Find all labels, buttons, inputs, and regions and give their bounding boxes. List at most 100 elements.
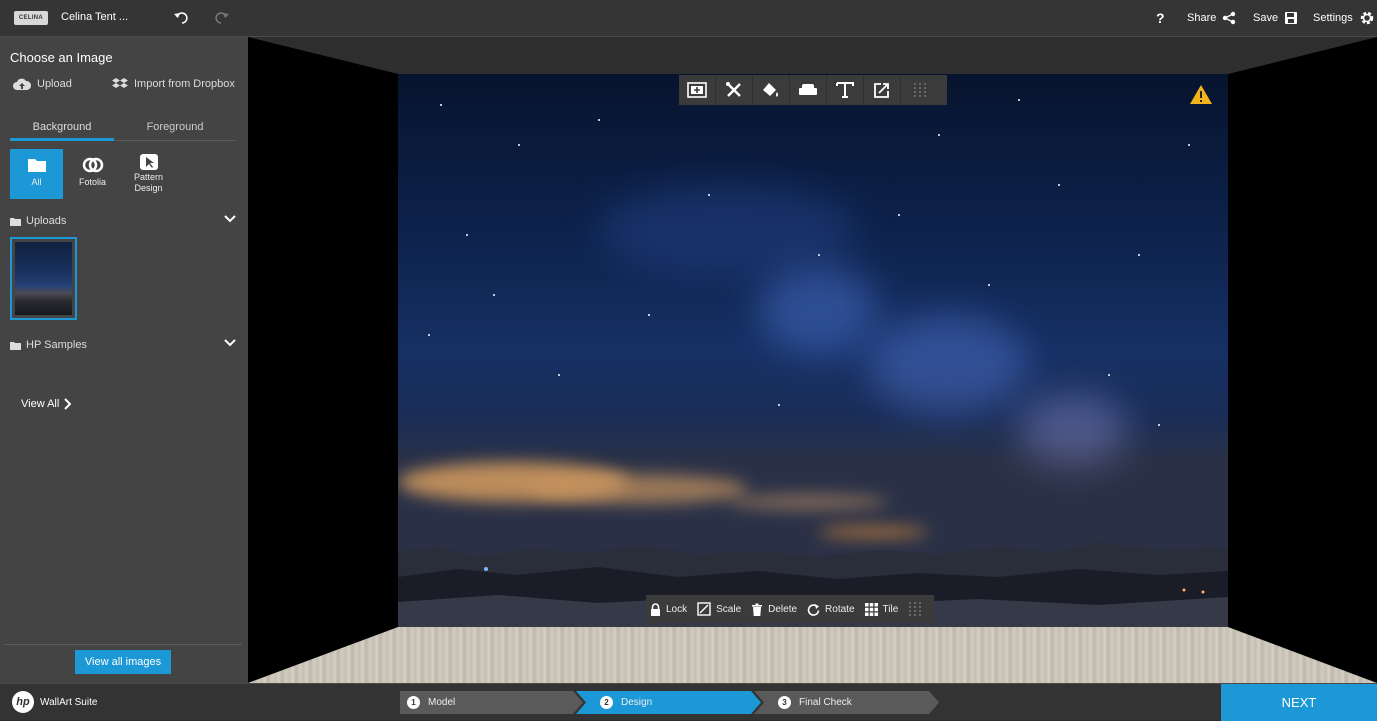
star <box>1108 374 1110 376</box>
step-number: 1 <box>407 696 420 709</box>
scale-icon <box>697 602 711 616</box>
rotate-label: Rotate <box>825 603 855 615</box>
category-label: Fotolia <box>78 177 106 187</box>
section-label: HP Samples <box>26 339 87 351</box>
star <box>1018 99 1020 101</box>
delete-button[interactable]: Delete <box>751 603 797 616</box>
milky-way-glow <box>868 314 1028 414</box>
folder-icon <box>27 159 46 172</box>
sidebar: Choose an Image Upload Import from Dropb… <box>0 37 248 683</box>
app-brand-name: WallArt Suite <box>40 697 98 708</box>
divider <box>4 644 242 645</box>
milky-way-glow <box>598 184 858 274</box>
text-icon[interactable] <box>827 75 864 105</box>
section-hp-samples[interactable]: HP Samples <box>10 336 236 354</box>
star <box>988 284 990 286</box>
settings-button[interactable]: Settings <box>1313 0 1375 36</box>
star <box>1158 424 1160 426</box>
pattern-icon <box>139 154 158 170</box>
star <box>493 294 495 296</box>
room-floor <box>248 627 1377 683</box>
lock-button[interactable]: Lock <box>650 602 688 616</box>
chevron-down-icon[interactable] <box>224 338 236 348</box>
step-number: 3 <box>778 696 791 709</box>
sidebar-title: Choose an Image <box>10 50 113 65</box>
design-canvas[interactable]: Lock Scale Delete Rotate Tile <box>248 37 1377 683</box>
scale-button[interactable]: Scale <box>697 602 741 616</box>
star <box>518 144 520 146</box>
undo-icon[interactable] <box>170 8 192 28</box>
tab-foreground[interactable]: Foreground <box>123 119 227 141</box>
tile-button[interactable]: Tile <box>864 602 898 616</box>
cloud-upload-icon <box>13 78 31 90</box>
star <box>1188 144 1190 146</box>
save-button[interactable]: Save <box>1253 0 1298 36</box>
help-icon: ? <box>1156 10 1165 26</box>
chevron-right-icon <box>64 398 72 410</box>
image-actions-toolbar: Lock Scale Delete Rotate Tile <box>646 595 934 623</box>
project-title[interactable]: Celina Tent ... <box>61 11 128 23</box>
save-label: Save <box>1253 12 1279 24</box>
milky-way-glow <box>1018 394 1128 464</box>
rotate-button[interactable]: Rotate <box>807 603 855 616</box>
star <box>818 254 820 256</box>
chevron-down-icon[interactable] <box>224 214 236 224</box>
folder-icon <box>10 341 21 350</box>
star <box>648 314 650 316</box>
thumbnail-image <box>15 242 72 315</box>
milky-way-glow <box>758 264 878 354</box>
share-label: Share <box>1187 12 1217 24</box>
sunset-cloud <box>528 474 748 504</box>
wall-image[interactable] <box>398 74 1228 627</box>
fill-icon[interactable] <box>753 75 790 105</box>
lock-label: Lock <box>666 603 688 615</box>
category-all[interactable]: All <box>10 149 63 199</box>
uploaded-image-thumbnail[interactable] <box>10 237 77 320</box>
star <box>708 194 710 196</box>
category-fotolia[interactable]: Fotolia <box>66 149 119 199</box>
drag-handle-icon[interactable] <box>901 75 938 105</box>
star <box>558 374 560 376</box>
step-model[interactable]: 1 Model <box>400 691 583 714</box>
star <box>466 234 468 236</box>
section-uploads[interactable]: Uploads <box>10 212 236 230</box>
export-icon[interactable] <box>864 75 901 105</box>
footer-bar: hp WallArt Suite 1 Model 2 Design 3 Fina… <box>0 683 1377 721</box>
star <box>1138 254 1140 256</box>
redo-icon[interactable] <box>211 8 233 28</box>
top-bar: CELINA Celina Tent ... ? Share Save Sett… <box>0 0 1377 37</box>
upload-button[interactable]: Upload <box>13 77 72 91</box>
import-dropbox-button[interactable]: Import from Dropbox <box>112 77 235 91</box>
step-label: Final Check <box>799 697 852 708</box>
view-all-link[interactable]: View All <box>21 398 72 410</box>
section-label: Uploads <box>26 215 67 227</box>
image-type-tabs: Background Foreground <box>10 119 236 141</box>
furniture-icon[interactable] <box>790 75 827 105</box>
dropbox-label: Import from Dropbox <box>134 78 235 90</box>
next-button[interactable]: NEXT <box>1221 684 1377 721</box>
scale-label: Scale <box>716 603 742 615</box>
settings-label: Settings <box>1313 12 1353 24</box>
save-icon <box>1285 12 1298 24</box>
share-button[interactable]: Share <box>1187 0 1236 36</box>
upload-label: Upload <box>37 78 72 90</box>
tab-background[interactable]: Background <box>10 119 114 141</box>
star <box>1058 184 1060 186</box>
trash-icon <box>752 603 763 616</box>
add-image-icon[interactable] <box>679 75 716 105</box>
folder-icon <box>10 217 21 226</box>
canvas-toolbar <box>679 75 947 105</box>
category-label: Pattern Design <box>133 172 164 193</box>
category-pattern-design[interactable]: Pattern Design <box>122 149 175 199</box>
drag-handle-icon[interactable] <box>908 601 927 617</box>
category-label: All <box>31 177 42 187</box>
tools-icon[interactable] <box>716 75 753 105</box>
dropbox-icon <box>112 78 128 88</box>
gear-icon <box>1360 11 1373 25</box>
warning-icon[interactable] <box>1189 84 1213 110</box>
step-final-check[interactable]: 3 Final Check <box>754 691 939 714</box>
help-button[interactable]: ? <box>1156 0 1165 36</box>
step-design[interactable]: 2 Design <box>576 691 761 714</box>
rotate-icon <box>807 603 820 616</box>
view-all-images-button[interactable]: View all images <box>75 650 171 674</box>
